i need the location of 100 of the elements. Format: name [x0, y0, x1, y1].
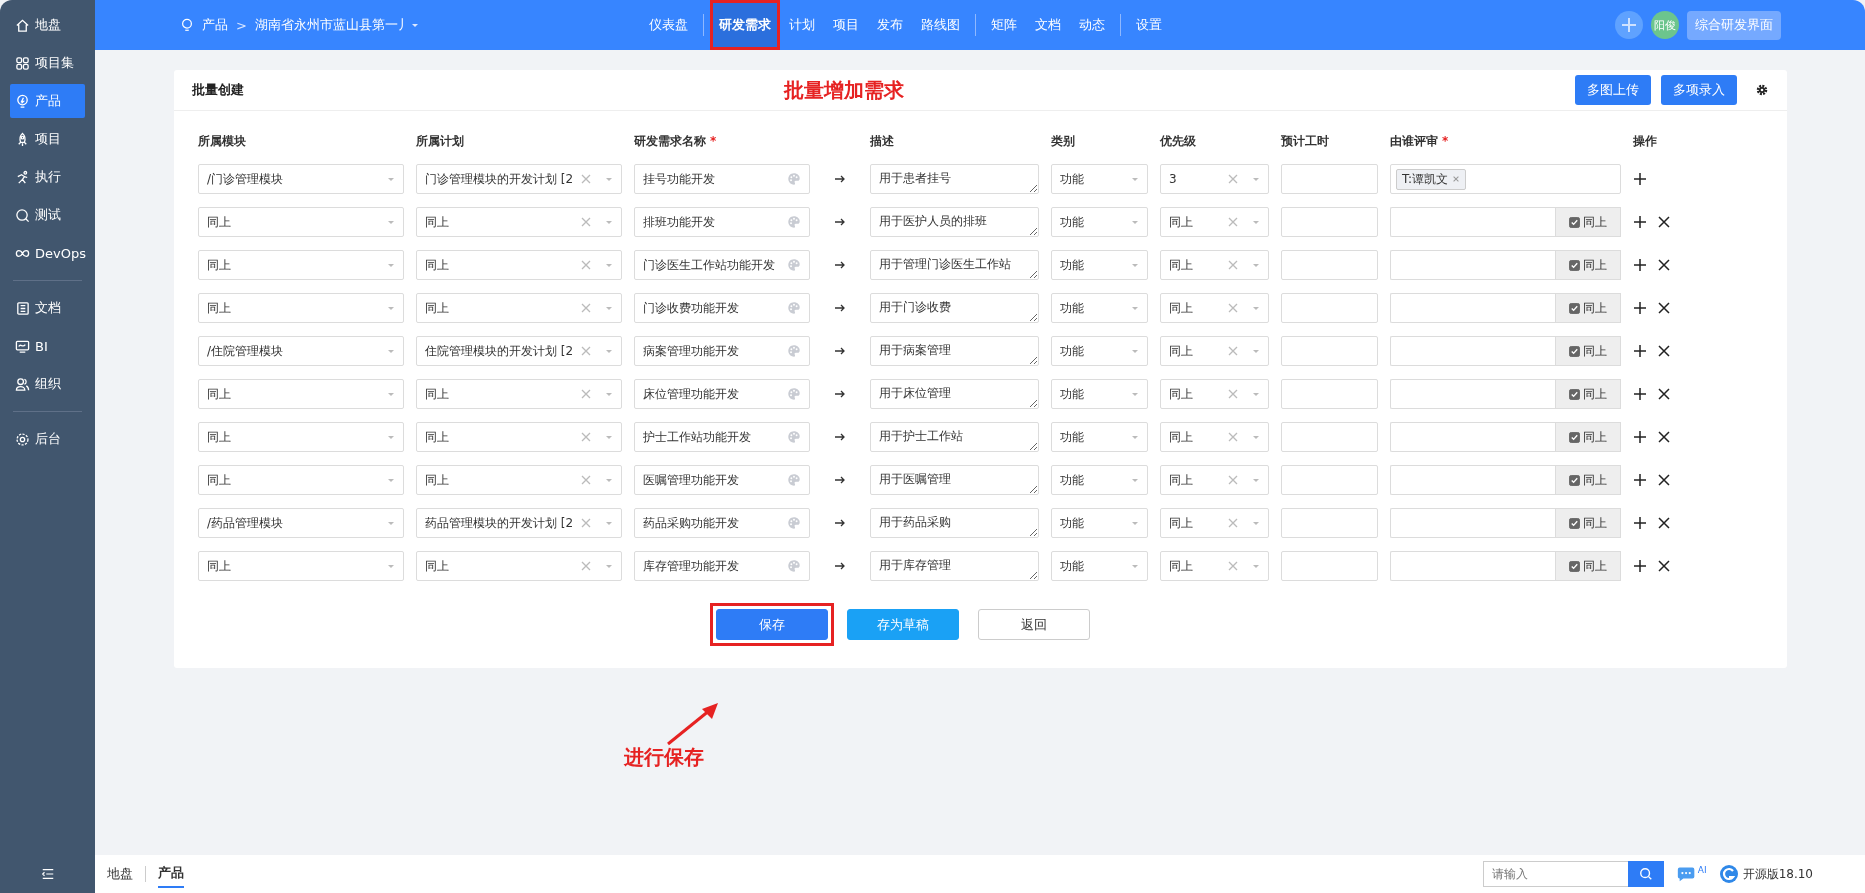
product-dropdown[interactable]: 湖南省永州市蓝山县第一丿	[254, 16, 419, 34]
reviewer-field[interactable]	[1390, 379, 1555, 409]
category-select[interactable]: 功能	[1051, 336, 1148, 366]
priority-select[interactable]: 同上	[1160, 250, 1269, 280]
module-select[interactable]: 同上	[198, 293, 404, 323]
checkbox[interactable]	[1569, 302, 1580, 314]
add-icon[interactable]	[1615, 11, 1643, 39]
priority-select[interactable]: 同上	[1160, 207, 1269, 237]
clear-icon[interactable]	[581, 432, 591, 442]
priority-select[interactable]: 同上	[1160, 422, 1269, 452]
clear-icon[interactable]	[1228, 346, 1238, 356]
sidebar-item[interactable]: 执行	[10, 160, 85, 194]
module-select[interactable]: 同上	[198, 465, 404, 495]
description-field[interactable]: 用于医护人员的排班	[870, 207, 1039, 237]
plan-select[interactable]: 药品管理模块的开发计划 [2	[416, 508, 622, 538]
name-field[interactable]: 排班功能开发	[634, 207, 810, 237]
priority-select[interactable]: 同上	[1160, 379, 1269, 409]
checkbox[interactable]	[1569, 474, 1580, 486]
search-field[interactable]: 请输入	[1482, 861, 1628, 887]
priority-select[interactable]: 同上	[1160, 508, 1269, 538]
hours-field[interactable]	[1281, 293, 1378, 323]
hours-field[interactable]	[1281, 422, 1378, 452]
hours-field[interactable]	[1281, 465, 1378, 495]
sidebar-item[interactable]: 项目	[10, 122, 85, 156]
add-row-icon[interactable]	[1633, 430, 1647, 444]
form-button[interactable]: 保存	[716, 609, 828, 640]
sidebar-item[interactable]: 项目集	[10, 46, 85, 80]
palette-icon[interactable]	[787, 430, 801, 444]
delete-row-icon[interactable]	[1657, 516, 1671, 530]
sidebar-item[interactable]: 后台	[10, 422, 85, 456]
module-select[interactable]: 同上	[198, 422, 404, 452]
clear-icon[interactable]	[581, 303, 591, 313]
same-as-above-toggle[interactable]: 同上	[1555, 250, 1621, 280]
reviewer-field[interactable]	[1390, 422, 1555, 452]
palette-icon[interactable]	[787, 387, 801, 401]
nav-tab[interactable]: 路线图	[912, 0, 969, 50]
add-row-icon[interactable]	[1633, 473, 1647, 487]
reviewer-field[interactable]	[1390, 551, 1555, 581]
clear-icon[interactable]	[1228, 389, 1238, 399]
palette-icon[interactable]	[787, 473, 801, 487]
priority-select[interactable]: 同上	[1160, 293, 1269, 323]
add-row-icon[interactable]	[1633, 258, 1647, 272]
reviewer-field[interactable]	[1390, 207, 1555, 237]
category-select[interactable]: 功能	[1051, 379, 1148, 409]
delete-row-icon[interactable]	[1657, 430, 1671, 444]
delete-row-icon[interactable]	[1657, 301, 1671, 315]
name-field[interactable]: 药品采购功能开发	[634, 508, 810, 538]
name-field[interactable]: 库存管理功能开发	[634, 551, 810, 581]
name-field[interactable]: 门诊收费功能开发	[634, 293, 810, 323]
priority-select[interactable]: 同上	[1160, 551, 1269, 581]
category-select[interactable]: 功能	[1051, 293, 1148, 323]
same-as-above-toggle[interactable]: 同上	[1555, 336, 1621, 366]
remove-icon[interactable]	[1452, 175, 1461, 183]
description-field[interactable]: 用于医嘱管理	[870, 465, 1039, 495]
clear-icon[interactable]	[1228, 475, 1238, 485]
delete-row-icon[interactable]	[1657, 473, 1671, 487]
nav-tab[interactable]: 项目	[824, 0, 868, 50]
hours-field[interactable]	[1281, 207, 1378, 237]
add-row-icon[interactable]	[1633, 215, 1647, 229]
plan-select[interactable]: 同上	[416, 207, 622, 237]
collapse-icon[interactable]	[40, 867, 55, 881]
plan-select[interactable]: 门诊管理模块的开发计划 [2	[416, 164, 622, 194]
checkbox[interactable]	[1569, 431, 1580, 443]
description-field[interactable]: 用于管理门诊医生工作站	[870, 250, 1039, 280]
plan-select[interactable]: 同上	[416, 293, 622, 323]
form-button[interactable]: 返回	[978, 609, 1090, 640]
plan-select[interactable]: 同上	[416, 422, 622, 452]
clear-icon[interactable]	[581, 174, 591, 184]
checkbox[interactable]	[1569, 388, 1580, 400]
module-select[interactable]: 同上	[198, 551, 404, 581]
delete-row-icon[interactable]	[1657, 344, 1671, 358]
same-as-above-toggle[interactable]: 同上	[1555, 207, 1621, 237]
add-row-icon[interactable]	[1633, 559, 1647, 573]
name-field[interactable]: 护士工作站功能开发	[634, 422, 810, 452]
same-as-above-toggle[interactable]: 同上	[1555, 551, 1621, 581]
category-select[interactable]: 功能	[1051, 250, 1148, 280]
clear-icon[interactable]	[1228, 561, 1238, 571]
delete-row-icon[interactable]	[1657, 258, 1671, 272]
name-field[interactable]: 医嘱管理功能开发	[634, 465, 810, 495]
clear-icon[interactable]	[1228, 174, 1238, 184]
palette-icon[interactable]	[787, 516, 801, 530]
clear-icon[interactable]	[581, 518, 591, 528]
hours-field[interactable]	[1281, 336, 1378, 366]
plan-select[interactable]: 同上	[416, 551, 622, 581]
sidebar-item[interactable]: 地盘	[10, 8, 85, 42]
description-field[interactable]: 用于药品采购	[870, 508, 1039, 538]
category-select[interactable]: 功能	[1051, 465, 1148, 495]
sidebar-item[interactable]: 组织	[10, 367, 85, 401]
reviewer-field[interactable]	[1390, 465, 1555, 495]
clear-icon[interactable]	[1228, 518, 1238, 528]
clear-icon[interactable]	[581, 260, 591, 270]
module-select[interactable]: /门诊管理模块	[198, 164, 404, 194]
same-as-above-toggle[interactable]: 同上	[1555, 379, 1621, 409]
description-field[interactable]: 用于床位管理	[870, 379, 1039, 409]
category-select[interactable]: 功能	[1051, 207, 1148, 237]
reviewer-field[interactable]	[1390, 293, 1555, 323]
checkbox[interactable]	[1569, 216, 1580, 228]
description-field[interactable]: 用于护士工作站	[870, 422, 1039, 452]
module-select[interactable]: /住院管理模块	[198, 336, 404, 366]
same-as-above-toggle[interactable]: 同上	[1555, 465, 1621, 495]
